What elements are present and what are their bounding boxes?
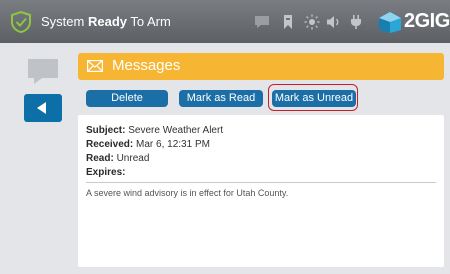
- envelope-icon: [87, 60, 103, 72]
- bookmark-icon[interactable]: [280, 14, 296, 30]
- back-arrow-icon: [37, 102, 46, 114]
- messages-header: Messages: [78, 53, 444, 80]
- messages-title: Messages: [112, 57, 181, 74]
- subject-row: Subject: Severe Weather Alert: [86, 125, 223, 136]
- logo-text: 2GIG: [404, 10, 450, 32]
- message-body: A severe wind advisory is in effect for …: [86, 188, 289, 198]
- message-detail-panel: Subject: Severe Weather Alert Received: …: [78, 115, 444, 267]
- system-status-title: System Ready To Arm: [41, 14, 171, 29]
- subject-value: Severe Weather Alert: [128, 125, 224, 136]
- chat-icon[interactable]: [254, 14, 270, 30]
- brand-logo: 2GIG: [376, 8, 450, 36]
- expires-label: Expires:: [86, 167, 126, 178]
- mark-as-read-button[interactable]: Mark as Read: [179, 90, 263, 107]
- chat-icon[interactable]: [26, 57, 60, 87]
- delete-button[interactable]: Delete: [86, 90, 168, 107]
- mark-as-unread-button[interactable]: Mark as Unread: [272, 90, 356, 107]
- received-label: Received:: [86, 139, 134, 150]
- expires-row: Expires:: [86, 167, 125, 178]
- back-button[interactable]: [24, 94, 62, 122]
- brightness-icon[interactable]: [304, 14, 320, 30]
- subject-label: Subject:: [86, 125, 126, 136]
- shield-check-icon: [11, 11, 31, 33]
- status-bar: System Ready To Arm 2GIG: [0, 0, 450, 43]
- read-label: Read:: [86, 153, 114, 164]
- logo-mark-icon: [379, 12, 401, 33]
- power-plug-icon[interactable]: [348, 14, 364, 30]
- read-value: Unread: [116, 153, 150, 164]
- divider: [86, 182, 436, 183]
- read-row: Read: Unread: [86, 153, 149, 164]
- received-row: Received: Mar 6, 12:31 PM: [86, 139, 210, 150]
- sidebar: [0, 43, 78, 274]
- volume-icon[interactable]: [326, 14, 342, 30]
- received-value: Mar 6, 12:31 PM: [136, 139, 210, 150]
